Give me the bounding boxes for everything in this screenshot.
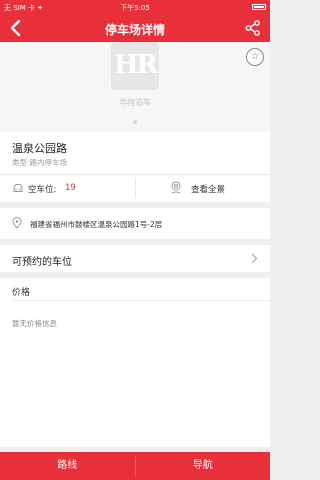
address-row[interactable]: 福建省福州市鼓楼区温泉公园路1号-2层 (0, 208, 270, 239)
image-carousel[interactable]: HR 华榕泊车 ☆ (0, 42, 270, 132)
reservable-spots-row[interactable]: 可预约的车位 (0, 245, 270, 272)
divider (12, 300, 270, 301)
status-bar: 无 SIM 卡 ✦ 下午5:05 (0, 0, 270, 14)
share-icon[interactable] (244, 19, 262, 37)
view-panorama-link[interactable]: 查看全景 (191, 183, 225, 195)
navigate-button[interactable]: 导航 (136, 452, 271, 480)
lot-name: 温泉公园路 (12, 142, 67, 155)
favorite-button[interactable]: ☆ (246, 48, 264, 66)
divider (0, 174, 270, 175)
bottom-action-bar: 路线 导航 (0, 452, 270, 480)
battery-indicator (250, 3, 266, 11)
nav-bar: 停车场详情 (0, 14, 270, 42)
lot-type: 类型:路内停车场 (12, 158, 68, 167)
star-icon: ☆ (250, 51, 260, 62)
brand-caption: 华榕泊车 (119, 98, 151, 107)
car-icon (13, 184, 23, 192)
chevron-right-icon (251, 253, 258, 264)
address-text: 福建省福州市鼓楼区温泉公园路1号-2层 (30, 220, 163, 229)
divider-vertical (135, 178, 136, 198)
page-title: 停车场详情 (104, 23, 165, 37)
price-title: 价格 (12, 288, 31, 298)
route-button[interactable]: 路线 (0, 452, 135, 480)
panorama-icon[interactable] (170, 181, 182, 195)
price-empty-text: 暂无价格信息 (12, 319, 57, 328)
carousel-dot (133, 120, 137, 124)
lot-info-card: 温泉公园路 类型:路内停车场 空车位: 19 查看全景 (0, 132, 270, 202)
price-section: 价格 暂无价格信息 (0, 278, 270, 447)
location-pin-icon (12, 217, 22, 229)
battery-icon (252, 4, 266, 10)
status-time: 下午5:05 (120, 4, 150, 12)
brand-logo: HR (111, 42, 159, 90)
available-spots-count: 19 (65, 183, 76, 193)
available-spots-label: 空车位: (28, 185, 57, 195)
reservable-spots-label: 可预约的车位 (12, 257, 72, 268)
